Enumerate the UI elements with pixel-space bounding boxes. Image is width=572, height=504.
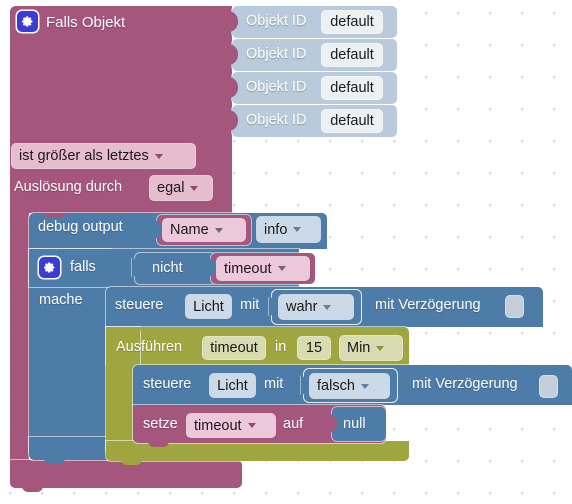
gear-icon-glyph	[22, 16, 33, 27]
control-off-delay-checkbox[interactable]	[540, 376, 557, 397]
timeout-in-label: in	[275, 339, 287, 355]
object-id-value[interactable]: default	[322, 110, 382, 132]
timeout-amount-field[interactable]: 15	[298, 337, 330, 359]
object-id-value[interactable]: default	[322, 77, 382, 99]
object-id-label: Objekt ID	[246, 46, 307, 62]
object-id-value[interactable]: default	[322, 11, 382, 33]
control-off-value-dropdown[interactable]: falsch	[310, 374, 389, 398]
set-variable-verb: setze	[143, 416, 178, 432]
control-off-top-notch	[148, 365, 169, 370]
object-id-value[interactable]: default	[322, 44, 382, 66]
debug-output-top-notch	[44, 213, 65, 218]
control-on-value-dropdown[interactable]: wahr	[279, 295, 353, 319]
timeout-block-bottom-nub	[121, 459, 142, 465]
control-on-with-label: mit	[240, 297, 260, 313]
if-variable-dropdown[interactable]: timeout	[217, 257, 309, 280]
set-variable-dropdown[interactable]: timeout	[187, 414, 275, 437]
chevron-down-icon	[293, 227, 302, 232]
control-off-with-label: mit	[264, 376, 284, 392]
timeout-label: Ausführen	[116, 339, 183, 355]
debug-severity-dropdown[interactable]: info	[257, 217, 320, 242]
control-on-verb: steuere	[115, 297, 164, 313]
control-on-top-notch	[121, 287, 142, 292]
control-on-delay-label: mit Verzögerung	[375, 297, 481, 313]
set-variable-bottom-nub	[148, 441, 169, 447]
trigger-source-value: egal	[157, 180, 185, 196]
object-id-label: Objekt ID	[246, 79, 307, 95]
trigger-source-dropdown[interactable]: egal	[150, 176, 212, 200]
if-variable-value: timeout	[224, 260, 272, 277]
chevron-down-icon	[323, 304, 332, 310]
trigger-title: Falls Objekt	[46, 14, 126, 31]
debug-message-value: Name	[170, 222, 209, 238]
if-block-top-notch	[44, 249, 65, 254]
if-label: falls	[70, 259, 96, 275]
timeout-block-top-notch	[121, 327, 142, 332]
control-on-delay-checkbox[interactable]	[506, 296, 523, 317]
control-on-target[interactable]: Licht	[186, 295, 231, 318]
trigger-condition-value: ist größer als letztes	[19, 148, 149, 164]
trigger-source-label: Auslösung durch	[14, 179, 123, 195]
blockly-workspace-canvas[interactable]: Falls Objekt Objekt ID default Objekt ID…	[0, 0, 572, 504]
chevron-down-icon	[376, 345, 385, 351]
gear-icon[interactable]	[17, 11, 38, 32]
object-id-label: Objekt ID	[246, 112, 307, 128]
control-off-delay-label: mit Verzögerung	[412, 376, 518, 392]
do-label: mache	[39, 292, 83, 308]
set-variable-to-label: auf	[283, 416, 304, 432]
object-id-label: Objekt ID	[246, 13, 307, 29]
null-value-label: null	[343, 416, 366, 432]
set-variable-top-notch	[148, 405, 169, 410]
chevron-down-icon	[154, 153, 163, 159]
not-label: nicht	[152, 260, 183, 276]
trigger-condition-dropdown[interactable]: ist größer als letztes	[12, 144, 195, 168]
timeout-unit-dropdown[interactable]: Min	[340, 336, 402, 360]
chevron-down-icon	[247, 423, 256, 428]
control-off-verb: steuere	[143, 376, 192, 392]
timeout-name-field[interactable]: timeout	[203, 337, 265, 359]
debug-severity-value: info	[264, 221, 288, 238]
debug-message-dropdown[interactable]: Name	[163, 219, 245, 241]
chevron-down-icon	[277, 266, 286, 271]
chevron-down-icon	[360, 383, 369, 389]
trigger-block-bottom-nub	[22, 486, 43, 492]
debug-output-label: debug output	[38, 219, 123, 235]
chevron-down-icon	[190, 185, 199, 191]
gear-icon[interactable]	[39, 257, 60, 278]
control-on-value: wahr	[286, 299, 318, 315]
if-block-bottom-nub	[44, 458, 65, 464]
timeout-unit-value: Min	[347, 340, 371, 356]
control-off-target[interactable]: Licht	[210, 374, 255, 397]
control-off-value: falsch	[317, 378, 355, 394]
set-variable-value: timeout	[194, 417, 242, 434]
chevron-down-icon	[214, 227, 223, 233]
gear-icon-glyph	[44, 262, 55, 273]
